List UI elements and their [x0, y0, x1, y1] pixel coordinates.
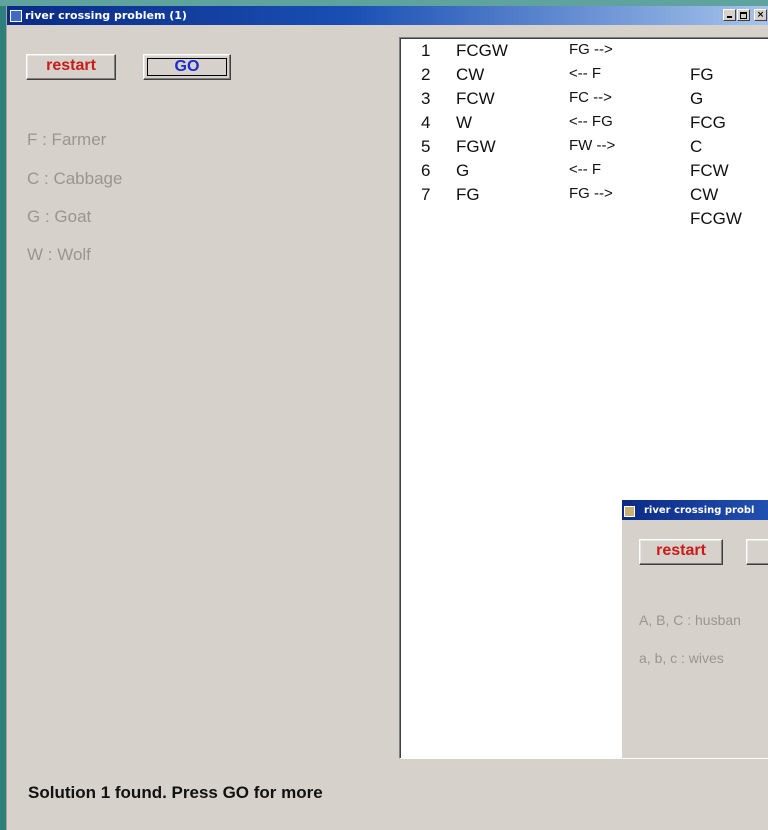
go-button-label: GO — [147, 58, 227, 76]
left-bank: G — [456, 161, 470, 180]
step-number: 6 — [421, 161, 431, 180]
list-item: 4 W <-- FG FCG — [400, 113, 768, 137]
legend-husbands: A, B, C : husban — [639, 612, 741, 628]
right-bank: FG — [690, 65, 714, 84]
list-item: 6 G <-- F FCW — [400, 161, 768, 185]
go-button[interactable]: GO — [143, 54, 231, 80]
right-bank: G — [690, 89, 704, 108]
title-bar-2[interactable]: river crossing probl — [622, 500, 768, 520]
legend-farmer: F : Farmer — [27, 130, 107, 149]
left-bank: W — [456, 113, 473, 132]
app-icon-2 — [624, 506, 635, 517]
window-title-2: river crossing probl — [644, 505, 755, 516]
left-bank: FCGW — [456, 41, 508, 60]
step-number: 5 — [421, 137, 431, 156]
legend-wolf: W : Wolf — [27, 245, 91, 264]
step-number: 3 — [421, 89, 431, 108]
boat-move: <-- F — [569, 65, 602, 82]
restart-button[interactable]: restart — [26, 54, 116, 80]
right-bank: C — [690, 137, 703, 156]
right-bank: FCW — [690, 161, 729, 180]
final-right-bank: FCGW — [690, 209, 742, 228]
close-icon[interactable]: × — [754, 9, 767, 21]
left-bank: CW — [456, 65, 485, 84]
list-item: 3 FCW FC --> G — [400, 89, 768, 113]
boat-move: FW --> — [569, 137, 616, 154]
boat-move: <-- F — [569, 161, 602, 178]
step-number: 1 — [421, 41, 431, 60]
title-bar[interactable]: river crossing problem (1) × — [7, 6, 768, 25]
boat-move: <-- FG — [569, 113, 613, 130]
legend-goat: G : Goat — [27, 207, 92, 226]
second-window[interactable]: river crossing probl restart A, B, C : h… — [622, 500, 768, 758]
status-message: Solution 1 found. Press GO for more — [28, 783, 323, 802]
go-button-2[interactable] — [746, 539, 768, 565]
list-item: FCGW — [400, 209, 768, 233]
right-bank: CW — [690, 185, 719, 204]
restart-button-2[interactable]: restart — [639, 539, 723, 565]
list-item: 2 CW <-- F FG — [400, 65, 768, 89]
list-item: 5 FGW FW --> C — [400, 137, 768, 161]
step-number: 2 — [421, 65, 431, 84]
step-number: 7 — [421, 185, 431, 204]
legend-cabbage: C : Cabbage — [27, 169, 123, 188]
left-bank: FGW — [456, 137, 496, 156]
minimize-icon[interactable] — [723, 9, 736, 21]
legend-wives: a, b, c : wives — [639, 650, 724, 666]
left-bank: FCW — [456, 89, 495, 108]
left-bank: FG — [456, 185, 480, 204]
window-title: river crossing problem (1) — [25, 9, 187, 22]
boat-move: FG --> — [569, 41, 613, 58]
step-number: 4 — [421, 113, 431, 132]
right-bank: FCG — [690, 113, 726, 132]
app-icon — [10, 10, 22, 22]
list-item: 7 FG FG --> CW — [400, 185, 768, 209]
maximize-icon[interactable] — [737, 9, 750, 21]
list-item: 1 FCGW FG --> — [400, 41, 768, 65]
boat-move: FG --> — [569, 185, 613, 202]
boat-move: FC --> — [569, 89, 612, 106]
